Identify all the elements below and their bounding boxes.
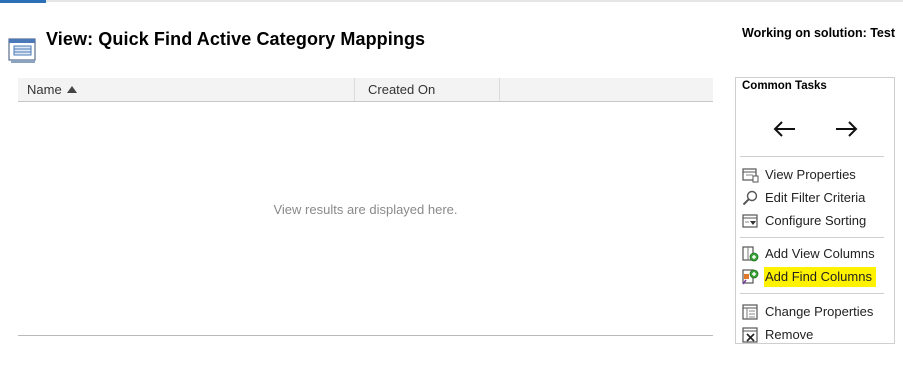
solution-label: Working on solution: Test bbox=[742, 26, 895, 40]
add-view-columns-icon bbox=[742, 246, 759, 262]
empty-results-message: View results are displayed here. bbox=[273, 202, 458, 217]
back-arrow-icon[interactable] bbox=[772, 120, 798, 138]
tasks-separator bbox=[740, 293, 884, 294]
edit-filter-icon bbox=[742, 190, 758, 206]
configure-sorting-icon bbox=[742, 214, 758, 228]
tasks-separator bbox=[740, 156, 884, 157]
task-label: Remove bbox=[765, 327, 814, 342]
page-title: View: Quick Find Active Category Mapping… bbox=[46, 29, 426, 49]
add-find-columns-icon bbox=[742, 269, 759, 285]
view-properties-icon bbox=[742, 168, 759, 183]
top-accent-bar bbox=[0, 0, 46, 3]
column-header-label: Created On bbox=[368, 82, 436, 97]
task-label: Configure Sorting bbox=[765, 213, 867, 228]
common-tasks-panel: Common Tasks View Properties Edit Filter… bbox=[735, 77, 895, 344]
top-border bbox=[0, 0, 903, 2]
column-header-name[interactable]: Name bbox=[18, 78, 355, 101]
change-properties-icon bbox=[742, 304, 758, 320]
remove-icon bbox=[742, 327, 758, 343]
task-label: Add View Columns bbox=[765, 246, 875, 261]
view-grid: Name Created On View results are display… bbox=[18, 78, 713, 336]
grid-bottom-border bbox=[18, 335, 713, 336]
view-icon bbox=[8, 38, 36, 63]
column-header-created-on[interactable]: Created On bbox=[355, 78, 500, 101]
sort-ascending-icon bbox=[66, 86, 77, 93]
column-header-label: Name bbox=[27, 82, 62, 97]
grid-header: Name Created On bbox=[18, 78, 713, 102]
task-label: Edit Filter Criteria bbox=[765, 190, 866, 205]
task-label: Change Properties bbox=[765, 304, 874, 319]
forward-arrow-icon[interactable] bbox=[833, 120, 859, 138]
tasks-separator bbox=[740, 237, 884, 238]
task-label-highlighted: Add Find Columns bbox=[764, 267, 876, 287]
task-label: View Properties bbox=[765, 167, 856, 182]
common-tasks-title: Common Tasks bbox=[742, 80, 827, 92]
